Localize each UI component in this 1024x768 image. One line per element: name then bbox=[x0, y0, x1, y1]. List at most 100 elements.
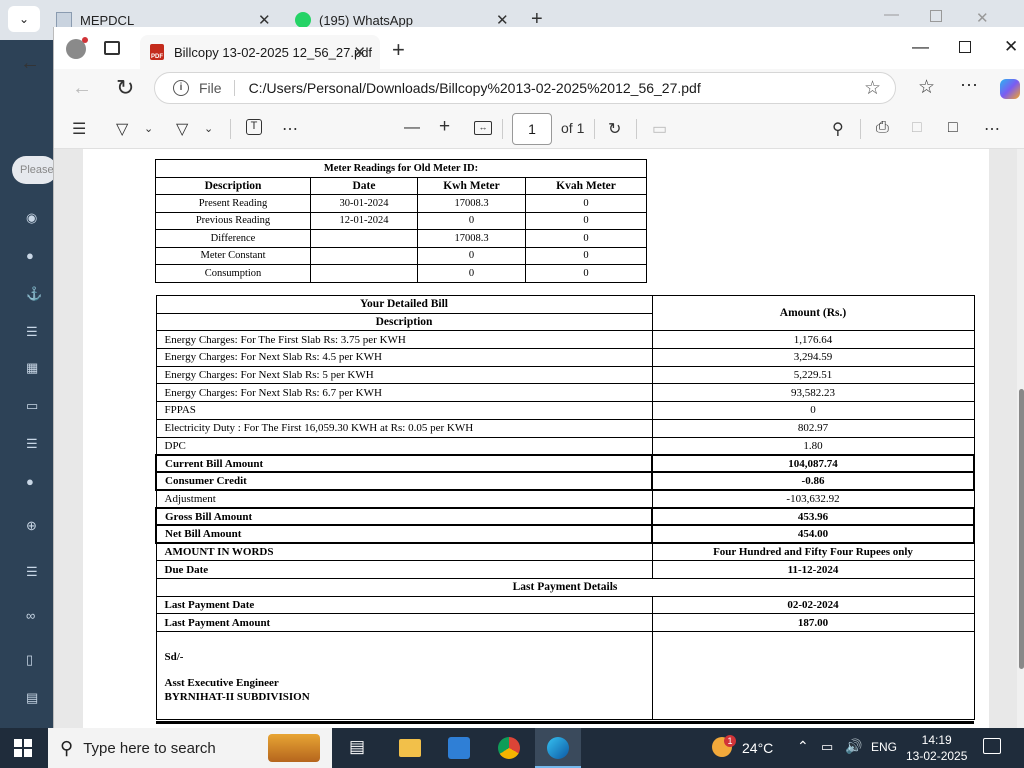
bill-item-amount: 0 bbox=[651, 401, 975, 420]
table-header-row: Your Detailed Bill Amount (Rs.) bbox=[155, 294, 975, 332]
description-column-header: Description bbox=[155, 312, 653, 332]
show-hidden-icons-chevron-icon[interactable]: ⌃ bbox=[797, 738, 809, 755]
page-number-input[interactable]: 1 bbox=[512, 113, 552, 145]
more-options-icon[interactable]: ⋯ bbox=[984, 119, 1000, 139]
microsoft-store-icon[interactable] bbox=[448, 737, 470, 759]
table-cell: 30-01-2024 bbox=[310, 194, 418, 213]
list-icon[interactable]: ☰ bbox=[26, 436, 42, 451]
volume-icon[interactable]: 🔊 bbox=[845, 738, 862, 755]
back-arrow-icon[interactable]: ← bbox=[20, 52, 40, 75]
notification-center-icon[interactable] bbox=[983, 738, 1001, 754]
add-text-icon[interactable]: T bbox=[246, 119, 262, 135]
link-icon[interactable]: ∞ bbox=[26, 608, 42, 623]
title-bar: PDF Billcopy 13-02-2025 12_56_27.pdf ✕ +… bbox=[54, 27, 1024, 69]
bill-item-label: Net Bill Amount bbox=[155, 524, 653, 545]
file-explorer-icon[interactable] bbox=[399, 739, 421, 757]
tab-list-dropdown-button[interactable]: ⌄ bbox=[8, 6, 40, 32]
close-window-button[interactable]: ✕ bbox=[976, 9, 989, 27]
favorites-icon[interactable]: ☆ bbox=[918, 76, 935, 99]
bill-item-label: Energy Charges: For Next Slab Rs: 5 per … bbox=[155, 365, 653, 385]
fit-to-page-icon[interactable]: ↔ bbox=[474, 121, 492, 135]
start-button[interactable] bbox=[14, 739, 32, 757]
zoom-out-icon[interactable]: — bbox=[404, 119, 420, 137]
url-text[interactable]: C:/Users/Personal/Downloads/Billcopy%201… bbox=[249, 80, 701, 96]
add-icon[interactable]: ⊕ bbox=[26, 518, 42, 533]
user-icon[interactable]: ● bbox=[26, 474, 42, 489]
address-bar[interactable]: i File C:/Users/Personal/Downloads/Billc… bbox=[154, 72, 896, 104]
dashboard-icon[interactable]: ◉ bbox=[26, 210, 42, 225]
page-view-icon[interactable]: ▭ bbox=[652, 119, 667, 139]
tab-billcopy-pdf[interactable]: PDF Billcopy 13-02-2025 12_56_27.pdf ✕ bbox=[140, 35, 380, 69]
column-header: Description bbox=[155, 176, 311, 195]
tab-actions-icon[interactable] bbox=[104, 41, 120, 55]
bill-item-label: Adjustment bbox=[155, 489, 653, 509]
highlight-icon[interactable]: ▽ bbox=[116, 119, 128, 139]
background-sidebar bbox=[0, 40, 55, 730]
language-indicator[interactable]: ENG bbox=[871, 740, 897, 754]
table-cell bbox=[310, 264, 418, 283]
refresh-icon[interactable]: ↻ bbox=[116, 75, 134, 101]
favorite-star-icon[interactable]: ☆ bbox=[864, 77, 881, 100]
table-cell: Difference bbox=[155, 229, 311, 248]
table-cell: 17008.3 bbox=[417, 194, 526, 213]
table-row: Electricity Duty : For The First 16,059.… bbox=[155, 418, 975, 438]
weather-badge: 1 bbox=[724, 735, 736, 747]
notification-dot bbox=[82, 37, 88, 43]
draw-icon[interactable]: ▽ bbox=[176, 119, 188, 139]
chart-icon[interactable]: ▤ bbox=[26, 690, 42, 705]
clock[interactable]: 14:19 13-02-2025 bbox=[906, 732, 967, 764]
minimize-button[interactable]: — bbox=[884, 6, 899, 23]
meter-table-caption: Meter Readings for Old Meter ID: bbox=[155, 159, 647, 178]
table-header-row: Last Payment Details bbox=[155, 578, 975, 597]
copilot-icon[interactable] bbox=[1000, 79, 1020, 99]
network-icon[interactable]: ▭ bbox=[821, 739, 833, 755]
maximize-button[interactable] bbox=[959, 41, 971, 53]
minimize-button[interactable]: — bbox=[912, 37, 929, 57]
bill-item-amount: 3,294.59 bbox=[651, 348, 975, 367]
temperature-label[interactable]: 24°C bbox=[742, 740, 773, 756]
signature-sd: Sd/- bbox=[164, 651, 184, 664]
sitemap-icon[interactable]: ▦ bbox=[26, 360, 42, 375]
print-icon[interactable]: ⎙ bbox=[876, 119, 889, 137]
table-of-contents-icon[interactable]: ☰ bbox=[72, 119, 86, 139]
list-icon[interactable]: ☰ bbox=[26, 324, 42, 339]
back-arrow-icon[interactable]: ← bbox=[72, 77, 92, 100]
task-view-icon[interactable]: ▤ bbox=[349, 737, 371, 759]
save-as-icon[interactable]: □ bbox=[948, 119, 958, 137]
close-window-button[interactable]: ✕ bbox=[1004, 37, 1018, 57]
list-icon[interactable]: ☰ bbox=[26, 564, 42, 579]
bill-item-amount: -103,632.92 bbox=[651, 489, 975, 509]
table-row: Present Reading 30-01-2024 17008.3 0 bbox=[155, 194, 647, 213]
more-tools-icon[interactable]: ⋯ bbox=[282, 119, 298, 139]
scrollbar-thumb[interactable] bbox=[1019, 389, 1024, 669]
vertical-scrollbar[interactable] bbox=[1017, 149, 1024, 728]
taskbar-edge-active[interactable] bbox=[535, 728, 581, 768]
chrome-icon[interactable] bbox=[498, 737, 520, 759]
info-icon[interactable]: i bbox=[173, 80, 189, 96]
maximize-button[interactable] bbox=[930, 10, 942, 22]
bill-item-label: DPC bbox=[155, 436, 653, 456]
chevron-down-icon[interactable]: ⌄ bbox=[204, 122, 213, 135]
new-tab-button[interactable]: + bbox=[392, 37, 405, 63]
table-cell: 0 bbox=[417, 264, 526, 283]
table-cell: 0 bbox=[525, 246, 647, 265]
anchor-icon[interactable]: ⚓ bbox=[26, 286, 42, 301]
taskbar-search-box[interactable]: ⚲ Type here to search bbox=[48, 728, 332, 768]
save-icon[interactable]: □ bbox=[912, 119, 922, 137]
zoom-in-icon[interactable]: + bbox=[439, 116, 450, 138]
more-options-icon[interactable]: ⋯ bbox=[960, 75, 979, 96]
monitor-icon[interactable]: ▭ bbox=[26, 398, 42, 413]
bill-item-label: Consumer Credit bbox=[155, 471, 653, 492]
user-icon[interactable]: ● bbox=[26, 248, 42, 263]
toolbar-divider bbox=[636, 119, 637, 139]
mobile-icon[interactable]: ▯ bbox=[26, 652, 42, 667]
search-highlight-image[interactable] bbox=[268, 734, 320, 762]
bill-item-label: Energy Charges: For The First Slab Rs: 3… bbox=[155, 330, 653, 350]
rotate-icon[interactable]: ↻ bbox=[608, 119, 621, 139]
background-search-input[interactable]: Please bbox=[12, 156, 57, 184]
pdf-viewer-area[interactable]: Meter Readings for Old Meter ID: Descrip… bbox=[54, 149, 1024, 728]
close-tab-button[interactable]: ✕ bbox=[353, 43, 366, 61]
search-icon[interactable]: ⚲ bbox=[832, 119, 844, 139]
chevron-down-icon[interactable]: ⌄ bbox=[144, 122, 153, 135]
column-header: Date bbox=[310, 176, 418, 195]
